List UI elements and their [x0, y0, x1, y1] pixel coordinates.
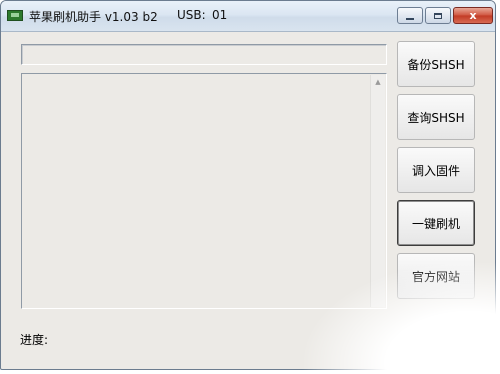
maximize-button[interactable]	[425, 7, 451, 24]
official-website-button[interactable]: 官方网站	[397, 253, 475, 299]
usb-label: USB:	[177, 8, 206, 22]
minimize-icon	[406, 17, 414, 20]
query-shsh-button[interactable]: 查询SHSH	[397, 94, 475, 140]
window-title: 苹果刷机助手 v1.03 b2	[29, 10, 158, 24]
firmware-path-field[interactable]	[21, 44, 387, 65]
log-text-area[interactable]: ▲	[21, 73, 387, 309]
one-click-flash-button[interactable]: 一键刷机	[397, 200, 475, 246]
load-firmware-button[interactable]: 调入固件	[397, 147, 475, 193]
title-bar[interactable]: 苹果刷机助手 v1.03 b2 USB: 01 x	[1, 1, 495, 32]
log-scrollbar[interactable]: ▲	[370, 75, 385, 307]
close-icon: x	[469, 9, 477, 22]
app-window: 苹果刷机助手 v1.03 b2 USB: 01 x ▲ 备份SHSH 查询SHS…	[0, 0, 496, 370]
close-button[interactable]: x	[453, 7, 493, 24]
maximize-icon	[434, 12, 442, 19]
minimize-button[interactable]	[397, 7, 423, 24]
backup-shsh-button[interactable]: 备份SHSH	[397, 41, 475, 87]
usb-value: 01	[212, 8, 228, 22]
chevron-up-icon[interactable]: ▲	[371, 75, 385, 89]
app-icon	[7, 10, 23, 21]
progress-label: 进度:	[20, 333, 49, 347]
